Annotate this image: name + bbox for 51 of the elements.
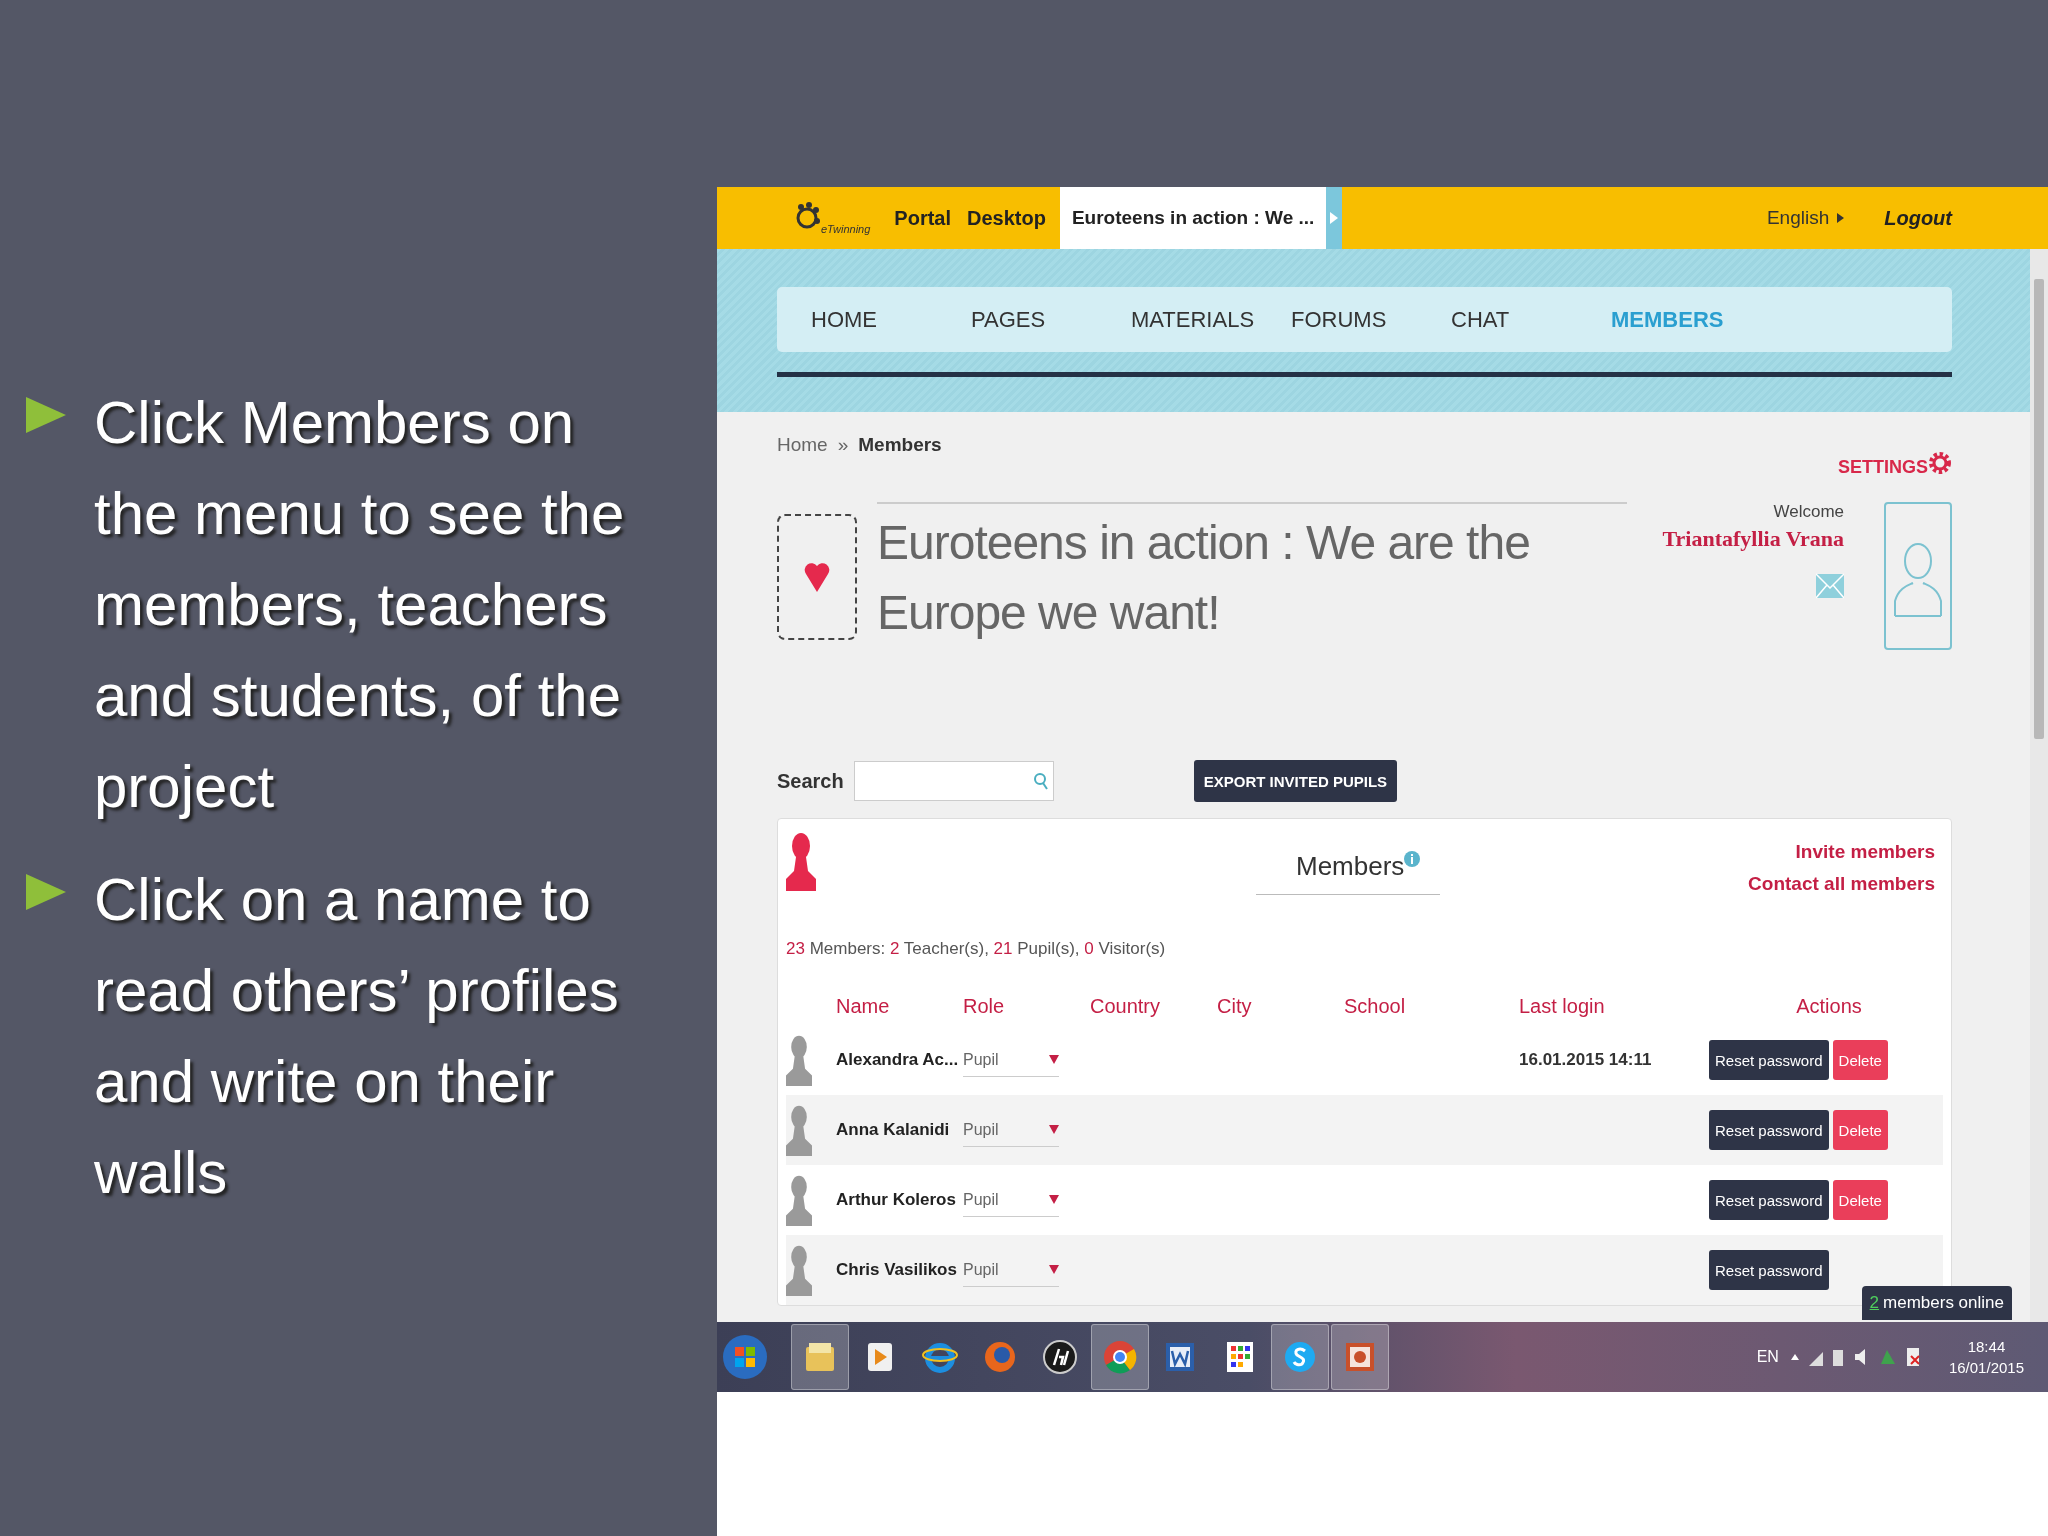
taskbar-clock[interactable]: 18:44 16/01/2015 [1948, 1338, 2024, 1376]
role-dropdown[interactable]: Pupil [963, 1183, 1059, 1217]
reset-password-button[interactable]: Reset password [1709, 1180, 1829, 1220]
members-link[interactable]: Invite members [1795, 841, 1935, 863]
logo-text: eTwinning [821, 223, 871, 235]
reset-password-button[interactable]: Reset password [1709, 1110, 1829, 1150]
logout-link[interactable]: Logout [1884, 206, 1952, 230]
members-summary: 23 Members: 2 Teacher(s), 21 Pupil(s), 0 Visitor(s) [786, 939, 1167, 959]
online-badge[interactable]: 2 members online [1861, 1286, 2012, 1320]
reset-password-button[interactable]: Reset password [1709, 1040, 1829, 1080]
member-name-link[interactable]: Arthur Koleros [836, 1190, 963, 1210]
nav-item[interactable]: MATERIALS [1131, 306, 1291, 333]
column-header[interactable]: Last login [1519, 995, 1729, 1025]
project-tab[interactable]: Euroteens in action : We ... [1059, 187, 1327, 249]
breadcrumb-separator: » [837, 434, 849, 456]
nav-item[interactable]: FORUMS [1291, 306, 1451, 333]
members-link[interactable]: Contact all members [1748, 873, 1935, 895]
top-link[interactable]: Desktop [959, 206, 1054, 230]
delete-button[interactable]: Delete [1832, 1110, 1888, 1150]
nav-item[interactable]: HOME [811, 306, 971, 333]
member-name-link[interactable]: Anna Kalanidi [836, 1120, 963, 1140]
top-link[interactable]: Portal [886, 206, 959, 230]
bullet-text: Click Members on the menu to see the members, teachers and students, of the project [94, 388, 626, 822]
user-name-link[interactable]: Triantafyllia Vrana [1662, 526, 1844, 552]
nav-item[interactable]: PAGES [971, 306, 1131, 333]
column-header[interactable]: City [1217, 995, 1344, 1025]
role-dropdown[interactable]: Pupil [963, 1113, 1059, 1147]
export-button[interactable]: EXPORT INVITED PUPILS [1193, 760, 1398, 802]
delete-button[interactable]: Delete [1832, 1040, 1888, 1080]
column-header[interactable]: Country [1090, 995, 1217, 1025]
delete-button[interactable]: Delete [1832, 1180, 1888, 1220]
member-name-link[interactable]: Chris Vasilikos [836, 1260, 963, 1280]
column-header[interactable]: School [1344, 995, 1519, 1025]
language-indicator[interactable]: EN [1756, 1348, 1779, 1366]
role-dropdown[interactable]: Pupil [963, 1043, 1059, 1077]
column-header[interactable]: Role [963, 995, 1090, 1025]
search-label: Search [777, 769, 844, 793]
column-header[interactable]: Actions [1729, 995, 1929, 1025]
settings-button[interactable]: SETTINGS [1838, 448, 1952, 478]
bullet-text: Click on a name to read others’ profiles and write on their walls [94, 865, 620, 1208]
reset-password-button[interactable]: Reset password [1709, 1250, 1829, 1290]
welcome-label: Welcome [1773, 502, 1844, 522]
project-title: Euroteens in action : We are the Europe we want! [877, 515, 1531, 641]
breadcrumb-current: Members [858, 434, 942, 456]
member-name-link[interactable]: Alexandra Ac... [836, 1050, 963, 1070]
members-heading: Members [1296, 851, 1405, 882]
nav-item[interactable]: CHAT [1451, 306, 1611, 333]
role-dropdown[interactable]: Pupil [963, 1253, 1059, 1287]
breadcrumb-link[interactable]: Home [777, 434, 828, 456]
column-header[interactable]: Name [836, 995, 963, 1025]
language-menu[interactable]: English [1766, 207, 1845, 229]
